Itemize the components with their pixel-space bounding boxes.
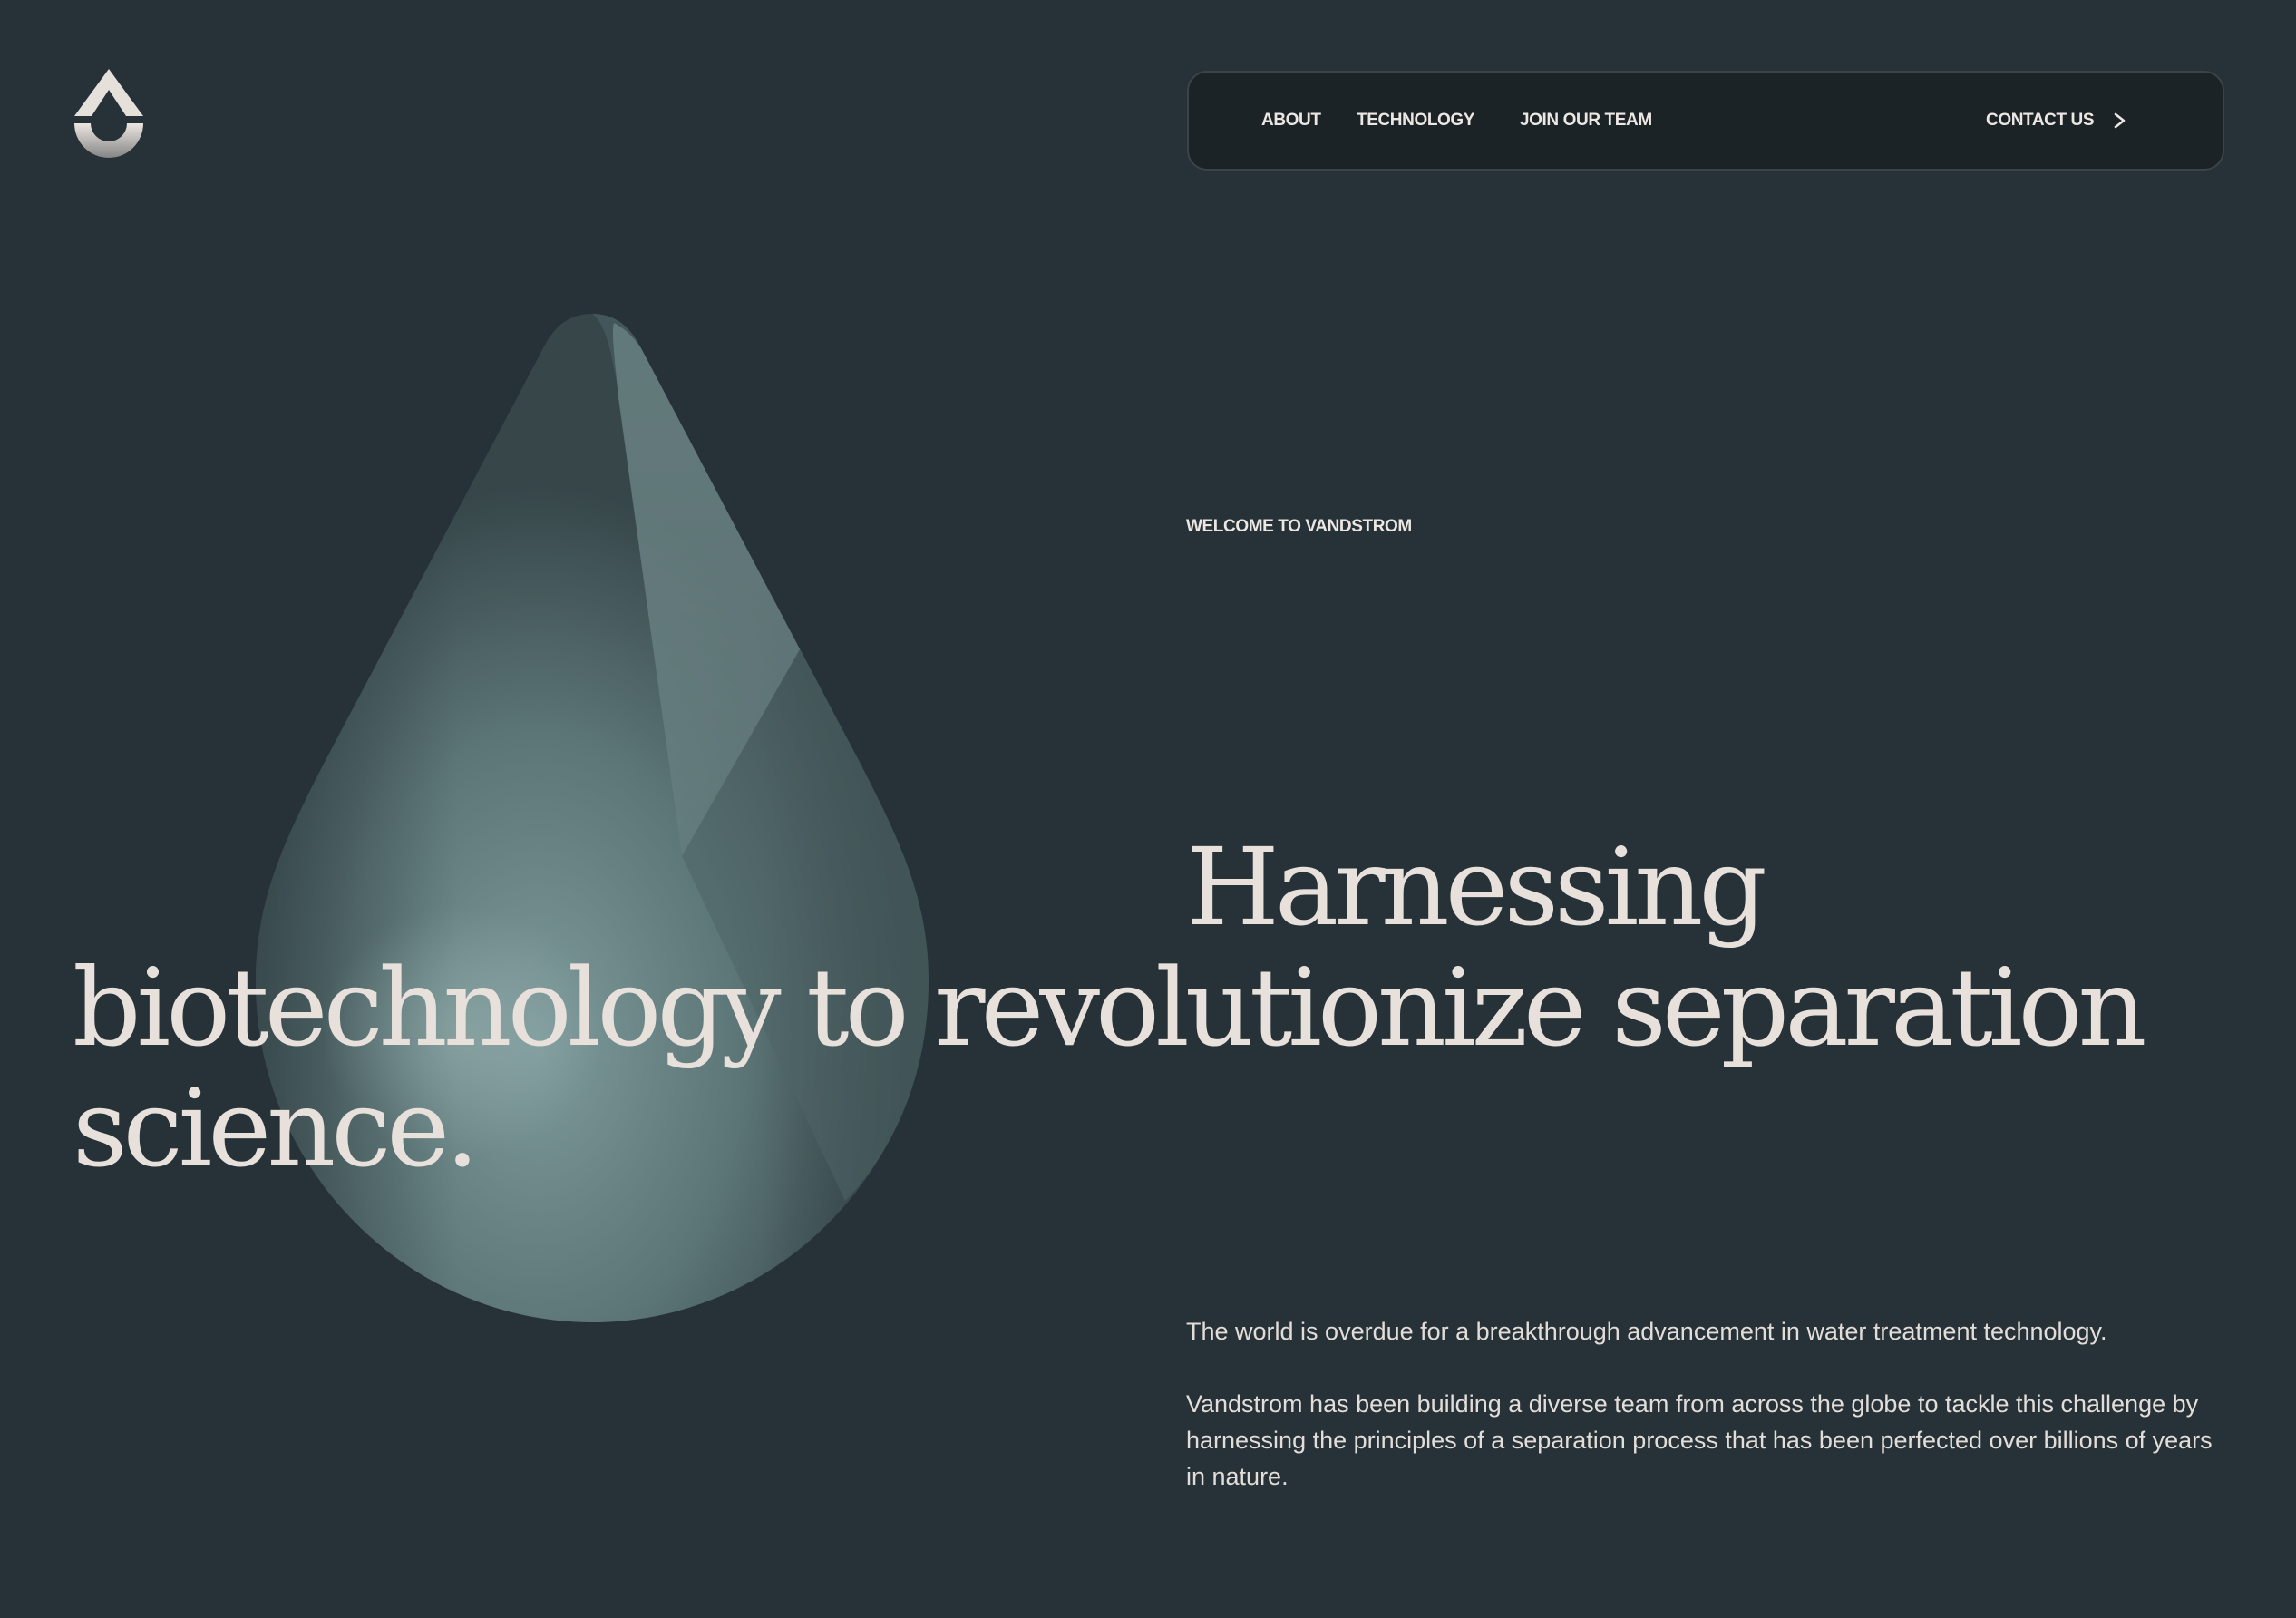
hero-paragraph-intro: The world is overdue for a breakthrough … — [1186, 1318, 2107, 1345]
main-navigation: ABOUT TECHNOLOGY JOIN OUR TEAM CONTACT U… — [1187, 71, 2224, 171]
contact-us-button[interactable]: CONTACT US — [1986, 73, 2128, 169]
water-drop-logo-icon — [74, 69, 143, 158]
nav-link-join-our-team[interactable]: JOIN OUR TEAM — [1520, 73, 1652, 169]
chevron-right-icon — [2114, 112, 2126, 129]
hero-body-copy: The world is overdue for a breakthrough … — [1186, 1313, 2229, 1531]
hero-paragraph-mission: Vandstrom has been building a diverse te… — [1186, 1390, 2213, 1490]
nav-link-about[interactable]: ABOUT — [1261, 73, 1321, 169]
contact-us-label: CONTACT US — [1986, 111, 2095, 130]
hero-eyebrow: WELCOME TO VANDSTROM — [1186, 517, 1412, 536]
site-logo[interactable] — [74, 69, 143, 161]
nav-link-technology[interactable]: TECHNOLOGY — [1357, 73, 1474, 169]
hero-headline: Harnessing biotechnology to revolutioniz… — [73, 824, 2147, 1191]
